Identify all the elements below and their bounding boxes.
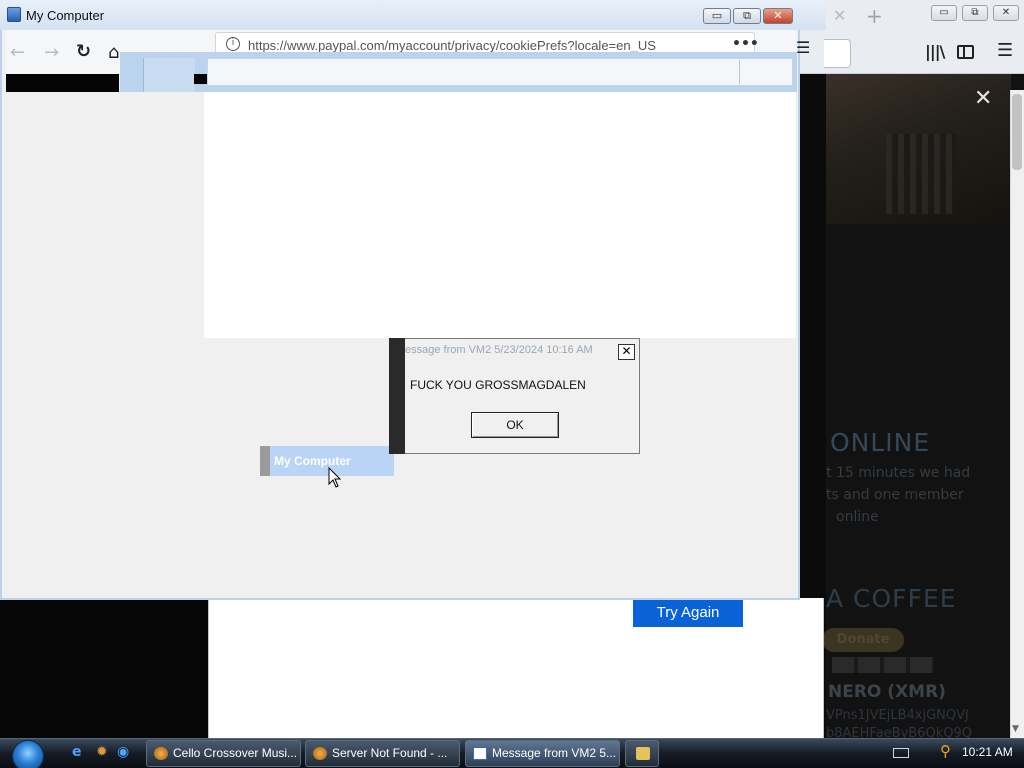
list-item-label[interactable]: My Computer: [274, 454, 351, 468]
window-icon: [473, 747, 487, 760]
maximize-button[interactable]: ⧉: [733, 8, 761, 24]
start-button[interactable]: [12, 740, 44, 768]
online-stat-line: ts and one member: [826, 487, 964, 503]
page-actions-menu-icon[interactable]: •••: [732, 36, 759, 52]
window-title: My Computer: [26, 8, 105, 23]
rendering-artifact: [194, 74, 207, 84]
taskbar-item-message[interactable]: Message from VM2 5...: [465, 740, 620, 767]
divider: [739, 60, 740, 84]
dialog-artifact-bar: [389, 338, 405, 454]
overlay-close-icon[interactable]: ✕: [974, 86, 992, 111]
browser-quicklaunch-icon[interactable]: ◉: [117, 744, 129, 760]
try-again-button[interactable]: Try Again: [633, 598, 743, 627]
taskbar-item-label: Message from VM2 5...: [492, 746, 617, 760]
bg-close-button[interactable]: ✕: [993, 5, 1019, 21]
dialog-title: essage from VM2 5/23/2024 10:16 AM: [405, 344, 593, 356]
back-arrow-icon[interactable]: ←: [10, 42, 25, 63]
bg-minimize-button[interactable]: ▭: [931, 5, 957, 21]
monero-heading: NERO (XMR): [828, 682, 946, 702]
donate-button[interactable]: Donate: [822, 628, 904, 652]
online-stat-line: online: [836, 509, 879, 525]
firefox-icon: [313, 747, 327, 760]
ok-button[interactable]: OK: [470, 411, 560, 439]
firefox-icon[interactable]: ✹: [96, 744, 108, 760]
close-button[interactable]: ✕: [763, 8, 793, 24]
search-icon[interactable]: ⚲: [940, 742, 951, 760]
online-stat-line: t 15 minutes we had: [826, 465, 971, 481]
new-tab-button[interactable]: +: [866, 4, 883, 28]
folder-icon: [636, 747, 650, 760]
info-icon[interactable]: i: [226, 37, 240, 51]
payment-cards-icons: [832, 657, 934, 673]
internet-explorer-icon[interactable]: e: [72, 744, 82, 760]
taskbar-item-cello[interactable]: Cello Crossover Musi...: [146, 740, 301, 767]
home-icon[interactable]: ⌂: [108, 42, 119, 63]
online-heading: ONLINE: [830, 428, 931, 457]
content-pane: [204, 92, 796, 338]
minimize-button[interactable]: ▭: [703, 8, 731, 24]
desktop-background: [0, 598, 208, 738]
dialog-message: FUCK YOU GROSSMAGDALEN: [410, 378, 586, 392]
tab-close-icon[interactable]: ✕: [833, 6, 846, 25]
taskbar-item-folder[interactable]: [625, 740, 659, 767]
bg-url-bar-edge[interactable]: [824, 39, 851, 68]
url-text[interactable]: https://www.paypal.com/myaccount/privacy…: [248, 38, 656, 53]
taskbar-item-label: Cello Crossover Musi...: [173, 746, 298, 760]
rendering-artifact: [6, 74, 119, 92]
taskbar-item-server-not-found[interactable]: Server Not Found - ...: [305, 740, 460, 767]
mouse-cursor-icon: [328, 467, 342, 488]
address-bar-artifact: [207, 58, 793, 86]
list-item-selection-edge: [260, 446, 270, 476]
scrollbar-thumb[interactable]: [1012, 94, 1022, 170]
page-scrollbar[interactable]: [1010, 90, 1024, 738]
clock[interactable]: 10:21 AM: [962, 745, 1013, 759]
keyboard-icon[interactable]: [893, 748, 909, 758]
forward-arrow-icon[interactable]: →: [44, 42, 59, 63]
monero-address-line: VPns1JVEjLB4xjGNQVJ: [826, 708, 969, 723]
hamburger-menu-icon[interactable]: ☰: [796, 38, 810, 57]
firefox-icon: [154, 747, 168, 760]
dialog-close-button[interactable]: ✕: [618, 344, 635, 360]
rendering-artifact: [143, 58, 195, 92]
computer-icon: [7, 7, 21, 22]
hamburger-menu-icon[interactable]: ☰: [997, 40, 1013, 61]
sidebar-icon[interactable]: [957, 45, 974, 59]
scroll-down-arrow-icon[interactable]: ▼: [1012, 724, 1019, 734]
reload-icon[interactable]: ↻: [76, 41, 91, 62]
taskbar-item-label: Server Not Found - ...: [332, 746, 448, 760]
library-icon[interactable]: |||\: [925, 42, 945, 61]
coffee-heading: A COFFEE: [826, 584, 957, 613]
bg-restore-button[interactable]: ⧉: [962, 5, 988, 21]
